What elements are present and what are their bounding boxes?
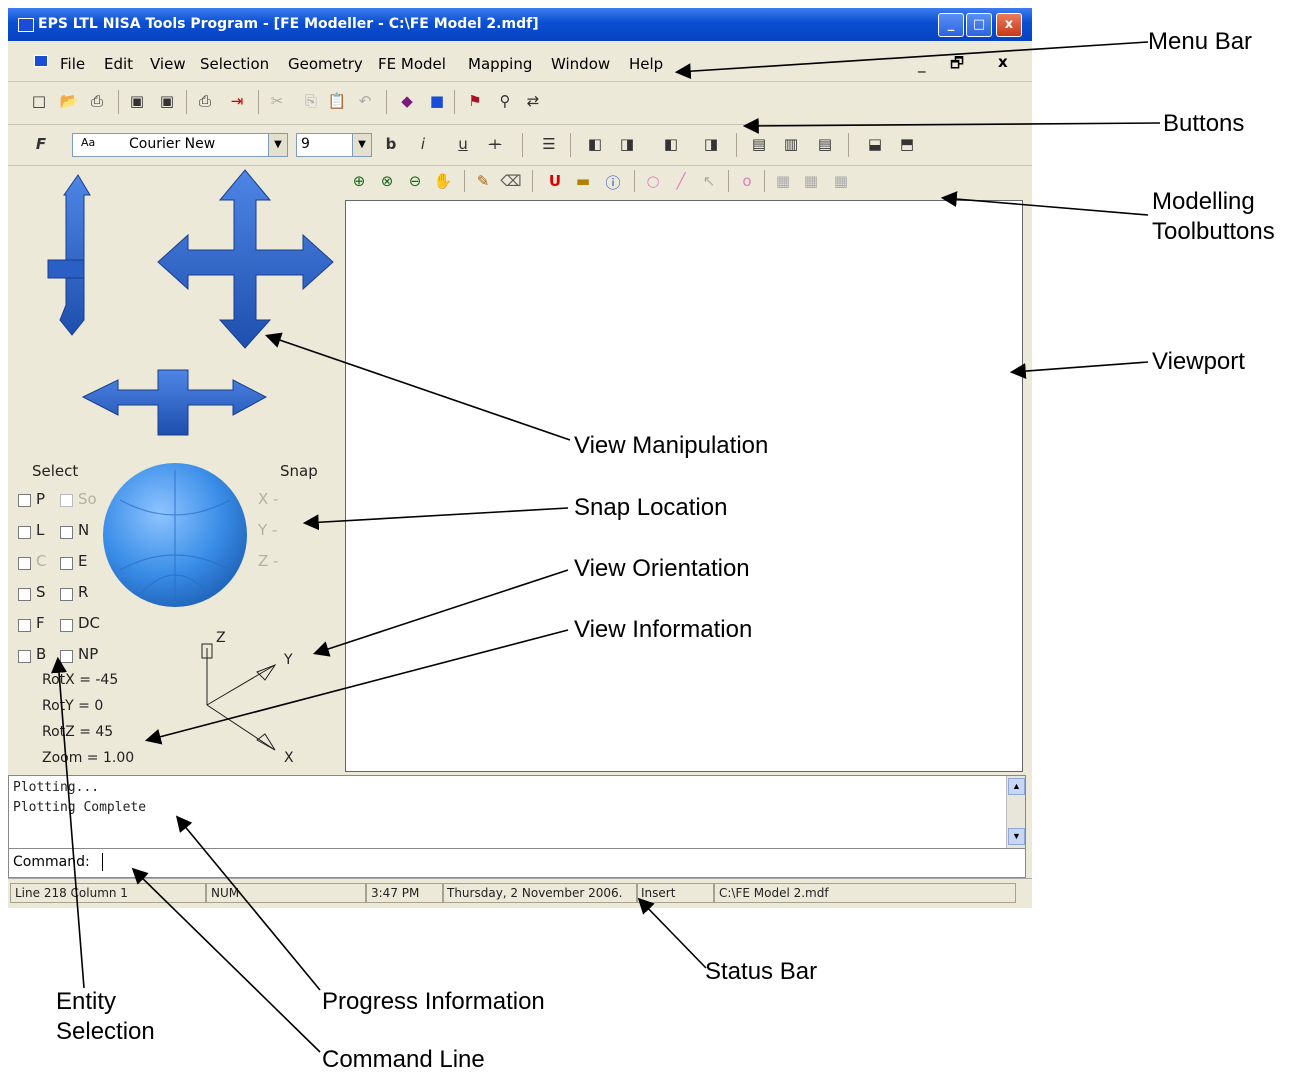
callout-entity-2: Selection [56, 1018, 155, 1045]
callout-progress-information: Progress Information [322, 988, 545, 1015]
callout-lines [51, 41, 1161, 1053]
callout-command-line: Command Line [322, 1046, 485, 1073]
callout-buttons: Buttons [1163, 110, 1245, 137]
callout-status-bar: Status Bar [705, 958, 818, 985]
callout-snap-location: Snap Location [574, 494, 728, 521]
callout-entity-1: Entity [56, 988, 117, 1015]
callout-view-manipulation: View Manipulation [574, 432, 769, 459]
callout-view-information: View Information [574, 616, 753, 643]
callout-modelling-2: Toolbuttons [1152, 218, 1275, 245]
callout-menu-bar: Menu Bar [1148, 28, 1253, 55]
callout-view-orientation: View Orientation [574, 555, 750, 582]
callout-modelling-1: Modelling [1152, 188, 1255, 215]
callout-viewport: Viewport [1152, 348, 1245, 375]
